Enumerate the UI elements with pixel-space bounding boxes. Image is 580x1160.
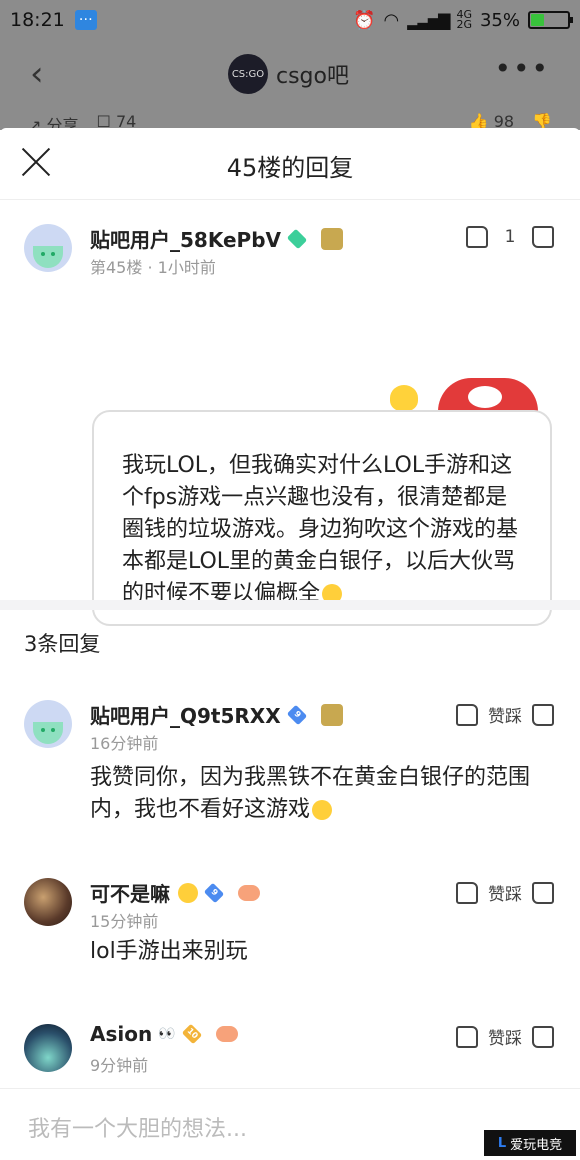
like-count: 1 bbox=[504, 227, 516, 247]
reply-input-bar[interactable]: 我有一个大胆的想法... L 爱玩电竞 bbox=[0, 1088, 580, 1160]
wifi-icon: ◠ bbox=[383, 9, 400, 31]
emoji-icon bbox=[312, 800, 333, 820]
forum-header: ‹ CS:GO csgo吧 ••• ↗ 分享 ☐ 74 👍 98 👎 bbox=[0, 40, 580, 135]
thumb-down-icon[interactable] bbox=[532, 1025, 554, 1048]
network-type: 4G 2G bbox=[456, 8, 472, 31]
watermark-logo: L 爱玩电竞 bbox=[484, 1130, 576, 1156]
thumb-up-icon[interactable] bbox=[456, 881, 478, 904]
thumb-up-icon[interactable] bbox=[466, 226, 488, 248]
battery-percent: 35% bbox=[479, 9, 520, 31]
sheet-title: 45楼的回复 bbox=[226, 154, 354, 182]
battery-fill bbox=[531, 14, 544, 26]
post-bubble: 我玩LOL，但我确实对什么LOL手游和这个fps游戏一点兴趣也没有，很清楚都是圈… bbox=[92, 410, 552, 626]
thumb-down-icon[interactable] bbox=[532, 226, 554, 248]
reply-like-controls: 赞踩 bbox=[456, 702, 554, 727]
reply-like-controls: 赞踩 bbox=[456, 1024, 554, 1049]
lungs-badge-icon bbox=[238, 884, 260, 901]
shield-badge-icon bbox=[320, 703, 343, 726]
avatar[interactable] bbox=[24, 224, 72, 272]
battery-icon bbox=[528, 11, 573, 29]
avatar[interactable] bbox=[24, 700, 72, 748]
watermark-icon: L bbox=[497, 1135, 507, 1151]
reply-time: 15分钟前 bbox=[90, 912, 159, 931]
thumb-down-icon[interactable] bbox=[532, 703, 554, 726]
reply-item: Asion 👀 10 9分钟前 赞踩 bbox=[0, 1022, 580, 1084]
level-badge-icon bbox=[286, 228, 308, 249]
reply-input[interactable]: 我有一个大胆的想法... bbox=[28, 1111, 247, 1143]
level-badge-icon: 9 bbox=[286, 704, 307, 725]
reply-author[interactable]: 贴吧用户_Q9t5RXX 9 bbox=[90, 700, 343, 729]
reply-author[interactable]: Asion 👀 10 bbox=[90, 1022, 238, 1046]
duck-decoration-icon bbox=[390, 385, 418, 411]
reply-text: 我赞同你，因为我黑铁不在黄金白银仔的范围内，我也不看好这游戏 bbox=[90, 765, 531, 822]
like-label: 赞踩 bbox=[488, 1029, 522, 1049]
alarm-icon: ⏰ bbox=[353, 9, 376, 31]
message-notification-icon bbox=[74, 8, 97, 30]
thumb-up-icon[interactable] bbox=[456, 1025, 478, 1048]
shield-badge-icon bbox=[321, 227, 343, 250]
status-icons: ⏰ ◠ ▂▃▅▇ 4G 2G 35% bbox=[353, 8, 573, 31]
level-badge-icon: 10 bbox=[181, 1023, 202, 1045]
post-meta: 第45楼 · 1小时前 bbox=[90, 258, 216, 277]
post-like-controls: 1 bbox=[466, 226, 554, 248]
forum-title[interactable]: CS:GO csgo吧 bbox=[228, 54, 349, 94]
level-badge-icon: 9 bbox=[203, 882, 225, 903]
post-text: 我玩LOL，但我确实对什么LOL手游和这个fps游戏一点兴趣也没有，很清楚都是圈… bbox=[122, 453, 519, 606]
post-author[interactable]: 贴吧用户_58KePbV bbox=[90, 224, 343, 253]
like-label: 赞踩 bbox=[488, 707, 522, 727]
sheet-header: 45楼的回复 bbox=[0, 128, 580, 200]
status-time: 18:21 bbox=[10, 9, 65, 31]
main-post: 贴吧用户_58KePbV 第45楼 · 1小时前 1 我玩LOL，但我确实对什么… bbox=[0, 200, 580, 626]
reply-like-controls: 赞踩 bbox=[456, 880, 554, 905]
more-icon[interactable]: ••• bbox=[494, 52, 550, 85]
reply-sheet: 45楼的回复 贴吧用户_58KePbV 第45楼 · 1小时前 1 我玩LOL，… bbox=[0, 128, 580, 1160]
reply-time: 9分钟前 bbox=[90, 1056, 149, 1075]
forum-avatar: CS:GO bbox=[228, 54, 268, 94]
forum-name: csgo吧 bbox=[276, 64, 349, 89]
lungs-badge-icon bbox=[215, 1026, 238, 1042]
emoji-icon bbox=[178, 882, 198, 903]
replies-count: 3条回复 bbox=[24, 632, 101, 656]
like-label: 赞踩 bbox=[488, 885, 522, 905]
reply-text: lol手游出来别玩 bbox=[90, 939, 248, 964]
signal-icon: ▂▃▅▇ bbox=[407, 10, 450, 30]
reply-author[interactable]: 可不是嘛 9 bbox=[90, 878, 260, 907]
avatar[interactable] bbox=[24, 1024, 72, 1072]
back-icon[interactable]: ‹ bbox=[30, 54, 44, 94]
section-divider bbox=[0, 600, 580, 610]
thumb-up-icon[interactable] bbox=[456, 703, 478, 726]
avatar[interactable] bbox=[24, 878, 72, 926]
reply-item: 可不是嘛 9 15分钟前 赞踩 lol手游出来别玩 bbox=[0, 874, 580, 984]
status-bar: 18:21 ⏰ ◠ ▂▃▅▇ 4G 2G 35% bbox=[0, 0, 580, 40]
eyes-icon: 👀 bbox=[158, 1026, 176, 1042]
thumb-down-icon[interactable] bbox=[532, 881, 554, 904]
reply-time: 16分钟前 bbox=[90, 734, 159, 753]
reply-item: 贴吧用户_Q9t5RXX 9 16分钟前 赞踩 我赞同你，因为我黑铁不在黄金白银… bbox=[0, 696, 580, 826]
